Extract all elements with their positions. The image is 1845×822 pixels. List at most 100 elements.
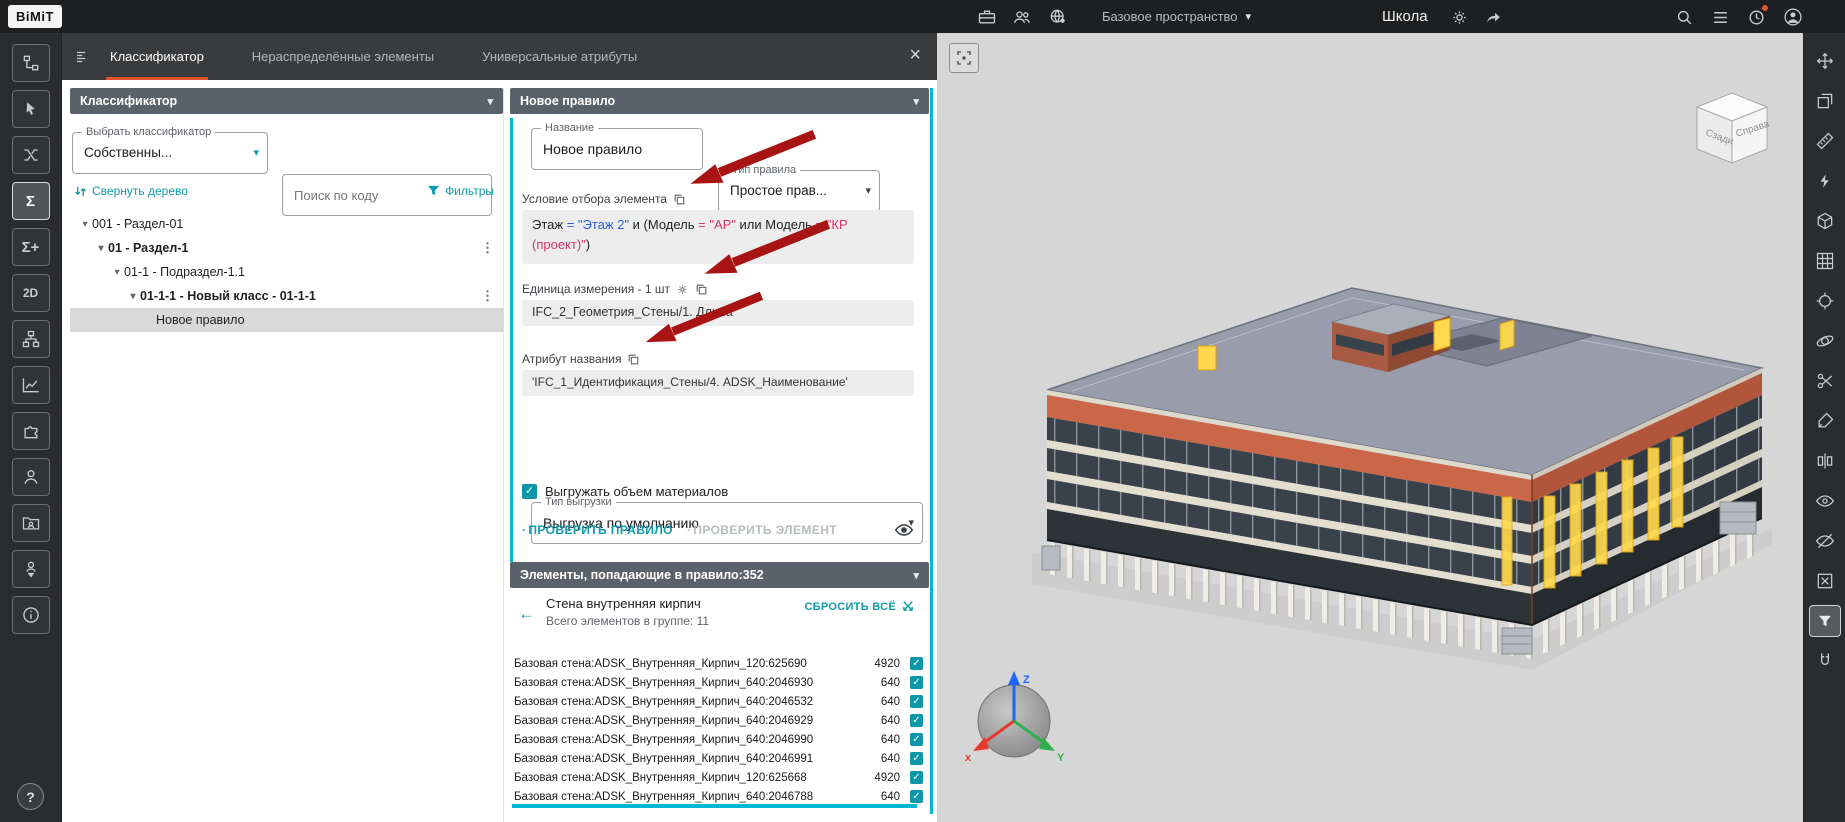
- check-rule-button[interactable]: ПРОВЕРИТЬ ПРАВИЛО: [522, 523, 673, 537]
- tree-item-menu-icon[interactable]: ⋮: [481, 288, 494, 304]
- gear-icon[interactable]: [676, 283, 689, 296]
- cut-scissors-icon[interactable]: [1809, 365, 1841, 397]
- reset-all-button[interactable]: СБРОСИТЬ ВСЁ: [804, 600, 915, 613]
- user-location-icon[interactable]: [12, 550, 50, 588]
- element-row[interactable]: Базовая стена:ADSK_Внутренняя_Кирпич_640…: [514, 692, 927, 711]
- classifier-header[interactable]: Классификатор ▾: [70, 88, 503, 114]
- copy-icon[interactable]: [673, 193, 686, 206]
- add-rule-sum-plus-icon[interactable]: Σ+: [12, 228, 50, 266]
- share-icon[interactable]: [1481, 5, 1505, 29]
- copy-icon[interactable]: [627, 353, 640, 366]
- tree-item-menu-icon[interactable]: ⋮: [481, 240, 494, 256]
- clear-box-icon[interactable]: [1809, 565, 1841, 597]
- element-checkbox[interactable]: ✓: [910, 771, 923, 784]
- info-icon[interactable]: [12, 596, 50, 634]
- element-checkbox[interactable]: ✓: [910, 657, 923, 670]
- pan-icon[interactable]: [1809, 45, 1841, 77]
- element-checkbox[interactable]: ✓: [910, 790, 923, 803]
- check-element-button[interactable]: ПРОВЕРИТЬ ЭЛЕМЕНТ: [687, 523, 837, 537]
- lightning-icon[interactable]: [1809, 165, 1841, 197]
- tree-expand-icon[interactable]: ▾: [78, 219, 92, 230]
- close-icon[interactable]: ×: [909, 33, 921, 80]
- vertical-scrollbar[interactable]: [930, 88, 933, 814]
- 2d-view-icon[interactable]: 2D: [12, 274, 50, 312]
- element-checkbox[interactable]: ✓: [910, 676, 923, 689]
- chart-icon[interactable]: [12, 366, 50, 404]
- tab-classifier[interactable]: Классификатор: [106, 33, 208, 80]
- axes-gizmo[interactable]: Z x Y: [957, 661, 1072, 776]
- magnet-icon[interactable]: [1809, 645, 1841, 677]
- filters-link[interactable]: Фильтры: [427, 184, 494, 198]
- search-icon[interactable]: [1672, 5, 1696, 29]
- eye-icon[interactable]: [894, 520, 914, 540]
- compare-icon[interactable]: [1809, 445, 1841, 477]
- eye-off-icon[interactable]: [1809, 525, 1841, 557]
- tree-item[interactable]: ▾ 01-1-1 - Новый класс - 01-1-1 ⋮: [70, 284, 504, 308]
- classifier-select[interactable]: Выбрать классификатор Собственны... ▾: [72, 132, 268, 174]
- section-box-icon[interactable]: [1809, 205, 1841, 237]
- target-icon[interactable]: [1809, 285, 1841, 317]
- element-row[interactable]: Базовая стена:ADSK_Внутренняя_Кирпич_120…: [514, 654, 927, 673]
- horizontal-scrollbar[interactable]: [512, 804, 917, 808]
- collapse-chevron-icon[interactable]: ▾: [913, 95, 919, 108]
- eye-icon[interactable]: [1809, 485, 1841, 517]
- rule-type-select[interactable]: Тип правила Простое прав... ▾: [718, 170, 880, 212]
- tree-item[interactable]: ▾ 01 - Раздел-1 ⋮: [70, 236, 504, 260]
- settings-gear-icon[interactable]: [1447, 5, 1471, 29]
- scheme-icon[interactable]: [12, 320, 50, 358]
- tree-expand-icon[interactable]: ▾: [126, 291, 140, 302]
- 3d-viewport[interactable]: Сзади Справа Z x Y: [937, 33, 1803, 822]
- zoom-region-icon[interactable]: [949, 43, 979, 73]
- collapse-chevron-icon[interactable]: ▾: [487, 95, 493, 108]
- collaboration-users-icon[interactable]: [1010, 5, 1034, 29]
- history-clock-icon[interactable]: [1744, 5, 1768, 29]
- element-checkbox[interactable]: ✓: [910, 714, 923, 727]
- element-checkbox[interactable]: ✓: [910, 695, 923, 708]
- element-row[interactable]: Базовая стена:ADSK_Внутренняя_Кирпич_120…: [514, 768, 927, 787]
- filter-icon[interactable]: [1809, 605, 1841, 637]
- layers-icon[interactable]: [1809, 85, 1841, 117]
- rule-header[interactable]: Новое правило ▾: [510, 88, 929, 114]
- panel-menu-icon[interactable]: [74, 48, 92, 66]
- collapse-tree-link[interactable]: Свернуть дерево: [74, 184, 188, 198]
- element-row[interactable]: Базовая стена:ADSK_Внутренняя_Кирпич_640…: [514, 730, 927, 749]
- rule-name-input[interactable]: [532, 129, 702, 169]
- rule-name-field[interactable]: Название: [531, 128, 703, 170]
- model-tree-icon[interactable]: [12, 44, 50, 82]
- back-arrow-icon[interactable]: ←: [518, 604, 535, 624]
- element-row[interactable]: Базовая стена:ADSK_Внутренняя_Кирпич_640…: [514, 711, 927, 730]
- tree-item[interactable]: ▾ 001 - Раздел-01: [70, 212, 504, 236]
- element-row[interactable]: Базовая стена:ADSK_Внутренняя_Кирпич_640…: [514, 749, 927, 768]
- tree-expand-icon[interactable]: ▾: [94, 243, 108, 254]
- attribute-value[interactable]: 'IFC_1_Идентификация_Стены/4. ADSK_Наиме…: [522, 370, 914, 396]
- rules-sum-icon[interactable]: Σ: [12, 182, 50, 220]
- element-row[interactable]: Базовая стена:ADSK_Внутренняя_Кирпич_640…: [514, 787, 927, 804]
- workspace-briefcase-icon[interactable]: [975, 5, 999, 29]
- select-cursor-icon[interactable]: [12, 90, 50, 128]
- materials-checkbox[interactable]: ✓: [522, 484, 537, 499]
- unit-value[interactable]: IFC_2_Геометрия_Стены/1. Длина: [522, 300, 914, 326]
- element-checkbox[interactable]: ✓: [910, 733, 923, 746]
- grid-icon[interactable]: [1809, 245, 1841, 277]
- paint-brush-icon[interactable]: [1809, 405, 1841, 437]
- tree-expand-icon[interactable]: ▾: [110, 267, 124, 278]
- connections-icon[interactable]: [12, 136, 50, 174]
- user-icon[interactable]: [12, 458, 50, 496]
- orbit-icon[interactable]: [1809, 325, 1841, 357]
- geo-location-icon[interactable]: [1046, 5, 1070, 29]
- elements-header[interactable]: Элементы, попадающие в правило:352 ▾: [510, 562, 929, 588]
- tab-unallocated[interactable]: Нераспределённые элементы: [248, 33, 438, 80]
- list-menu-icon[interactable]: [1708, 5, 1732, 29]
- ruler-icon[interactable]: [1809, 125, 1841, 157]
- tab-universal-attributes[interactable]: Универсальные атрибуты: [478, 33, 641, 80]
- collapse-chevron-icon[interactable]: ▾: [913, 569, 919, 582]
- condition-expression[interactable]: Этаж = "Этаж 2" и (Модель = "АР" или Мод…: [522, 210, 914, 264]
- shared-folder-icon[interactable]: [12, 504, 50, 542]
- element-checkbox[interactable]: ✓: [910, 752, 923, 765]
- element-row[interactable]: Базовая стена:ADSK_Внутренняя_Кирпич_640…: [514, 673, 927, 692]
- help-button[interactable]: ?: [17, 783, 44, 810]
- workspace-selector[interactable]: Базовое пространство ▾: [1102, 0, 1251, 33]
- copy-icon[interactable]: [695, 283, 708, 296]
- tree-item[interactable]: ▾ 01-1 - Подраздел-1.1: [70, 260, 504, 284]
- view-cube[interactable]: Сзади Справа: [1687, 85, 1777, 173]
